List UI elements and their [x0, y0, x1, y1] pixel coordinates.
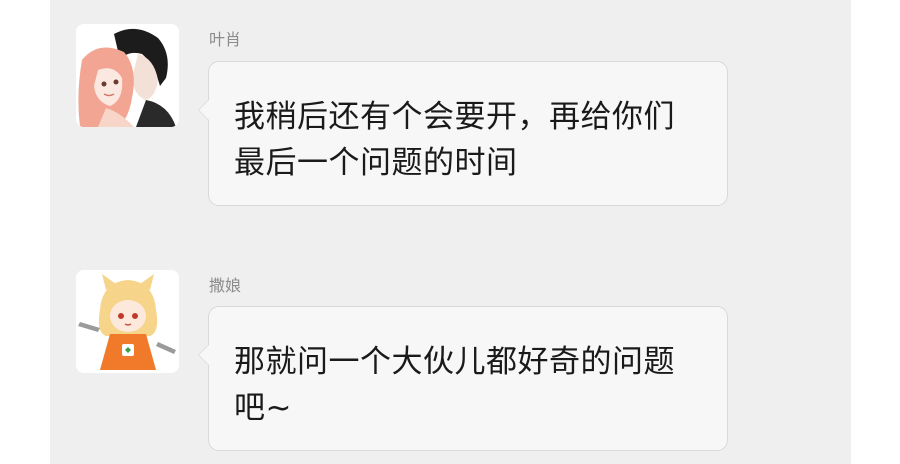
- cat-girl-chibi-icon: [76, 270, 179, 373]
- sender-name: 撒娘: [209, 276, 242, 295]
- chat-panel: 叶肖 我稍后还有个会要开，再给你们最后一个问题的时间 撒娘 那就问一个大伙儿都好…: [50, 0, 851, 464]
- message-text: 我稍后还有个会要开，再给你们最后一个问题的时间: [234, 99, 675, 181]
- message-text: 那就问一个大伙儿都好奇的问题吧~: [234, 344, 675, 426]
- avatar-yexiao[interactable]: [76, 24, 179, 127]
- couple-illustration-icon: [76, 24, 179, 127]
- message-bubble[interactable]: 那就问一个大伙儿都好奇的问题吧~: [198, 306, 728, 451]
- bubble-tail: [198, 99, 209, 121]
- avatar-sa-niang[interactable]: [76, 270, 179, 373]
- message-bubble[interactable]: 我稍后还有个会要开，再给你们最后一个问题的时间: [198, 61, 728, 206]
- bubble-tail: [198, 344, 209, 366]
- sender-name: 叶肖: [209, 30, 242, 49]
